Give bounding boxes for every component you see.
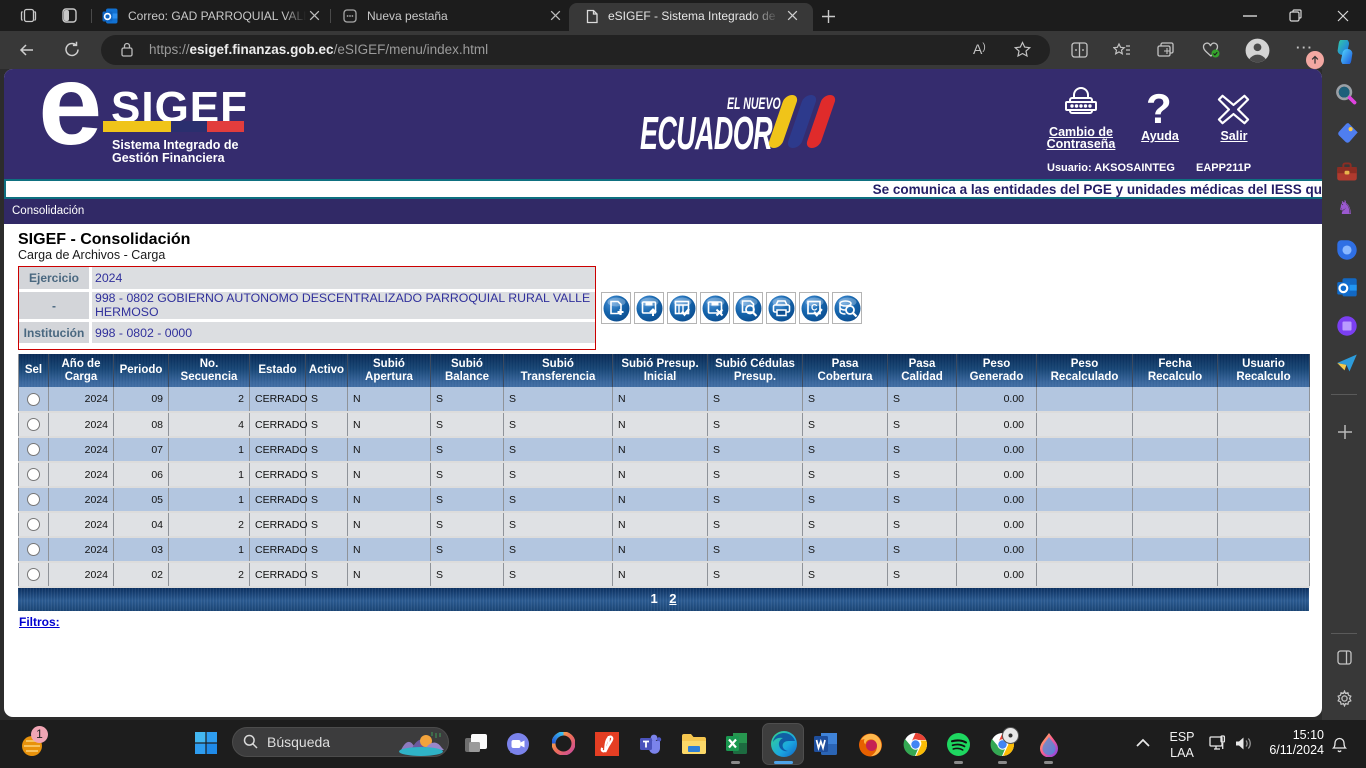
svg-text:C: C — [811, 302, 818, 312]
